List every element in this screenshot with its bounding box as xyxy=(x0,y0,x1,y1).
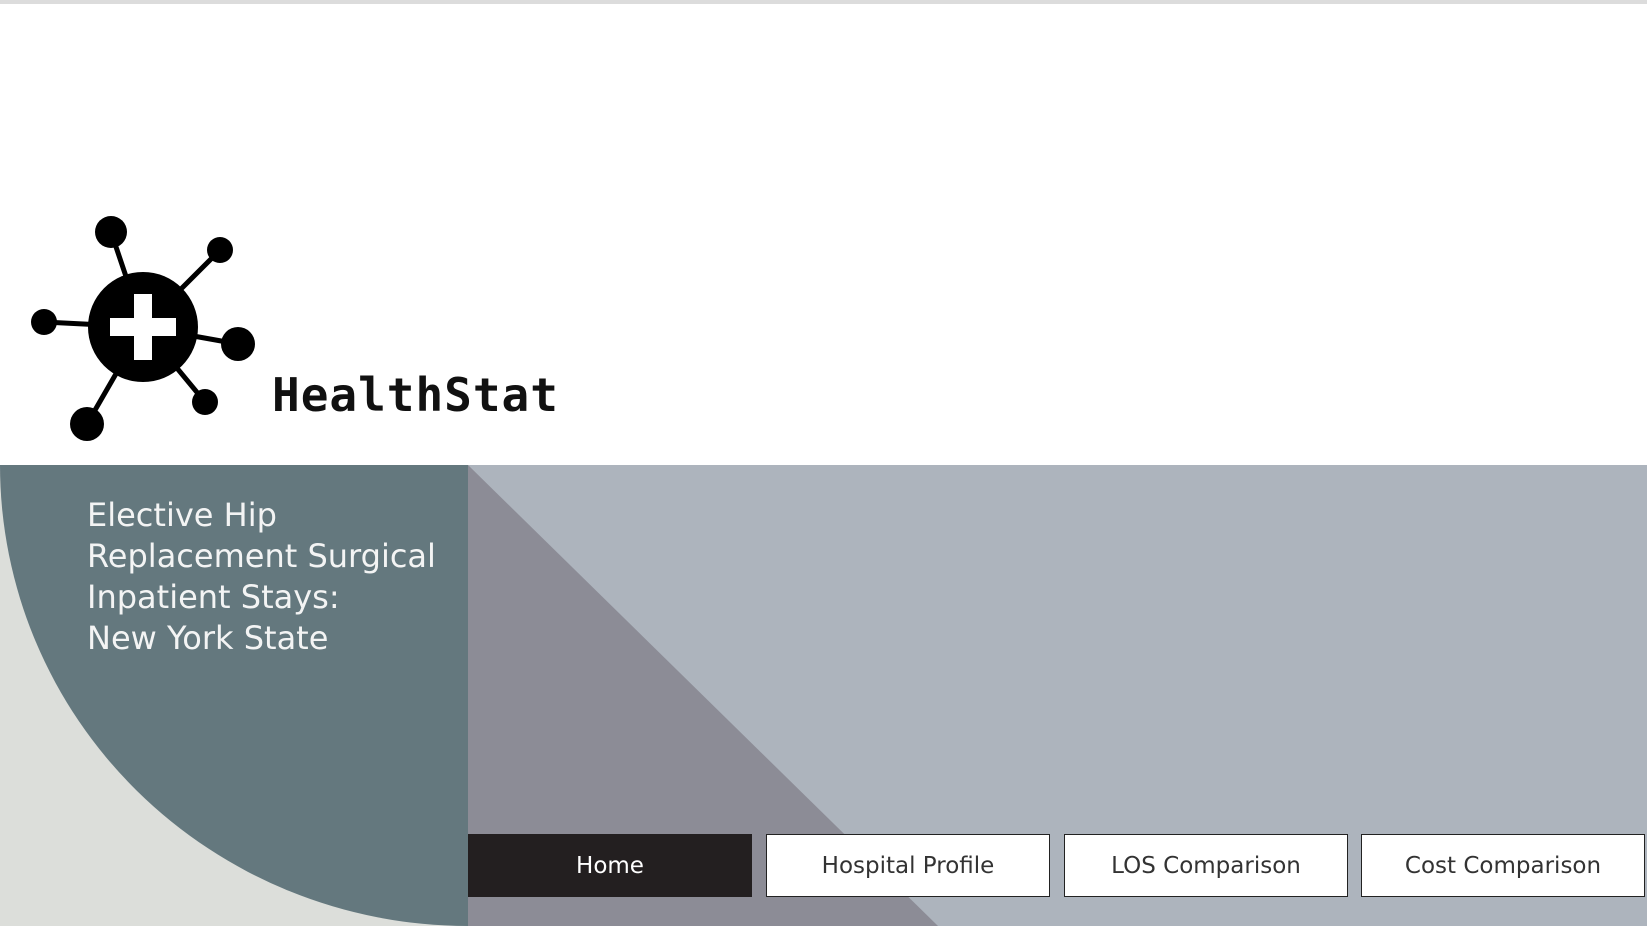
page-title: Elective Hip Replacement Surgical Inpati… xyxy=(87,495,467,659)
hero-banner: Elective Hip Replacement Surgical Inpati… xyxy=(0,465,1647,926)
title-line: Elective Hip xyxy=(87,496,277,534)
nav-los-comparison-button[interactable]: LOS Comparison xyxy=(1064,834,1348,897)
title-line: Replacement Surgical xyxy=(87,537,436,575)
nav-cost-comparison-button[interactable]: Cost Comparison xyxy=(1361,834,1645,897)
medical-cross-molecule-icon xyxy=(31,216,255,441)
brand-name: HealthStat xyxy=(272,368,559,422)
main-navigation: Home Hospital Profile LOS Comparison Cos… xyxy=(0,834,1647,897)
nav-home-button[interactable]: Home xyxy=(468,834,752,897)
title-line: Inpatient Stays: xyxy=(87,578,340,616)
title-line: New York State xyxy=(87,619,329,657)
nav-hospital-profile-button[interactable]: Hospital Profile xyxy=(766,834,1050,897)
page: HealthStat Elective Hip Replacement Surg… xyxy=(0,0,1647,926)
top-divider xyxy=(0,0,1647,4)
